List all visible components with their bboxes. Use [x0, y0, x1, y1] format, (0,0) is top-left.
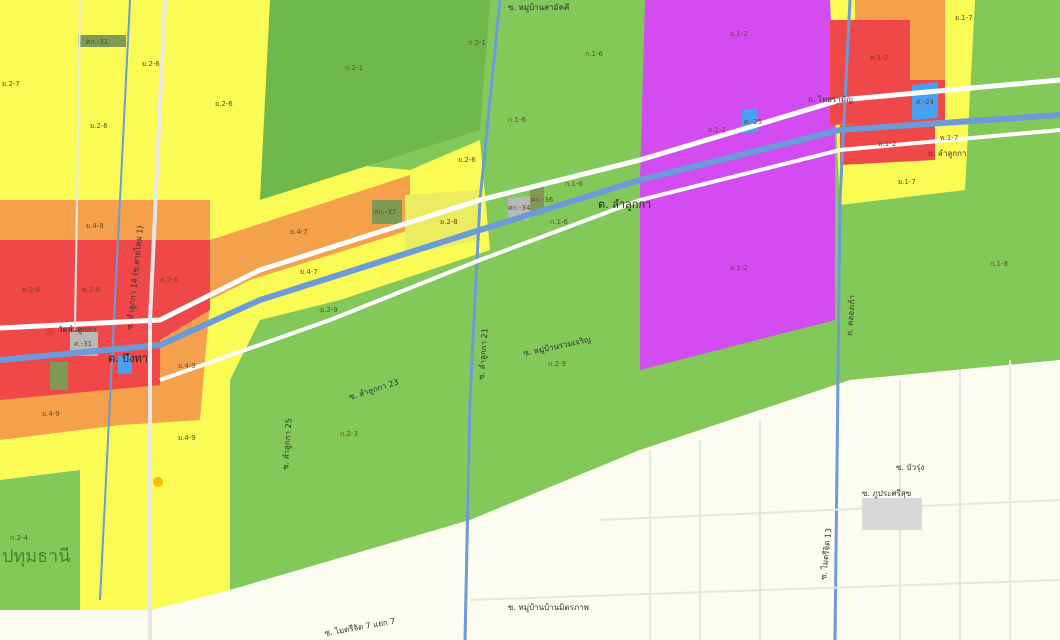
- label-zone-o-48: ย.4-8: [86, 222, 104, 230]
- label-zone-p-12b: อ.1-2: [708, 126, 726, 134]
- label-zone-b-24: ศ.-24: [916, 98, 935, 106]
- label-zone-p-12a: อ.1-2: [730, 30, 748, 38]
- label-zone-g-18: ก.1-8: [990, 260, 1008, 268]
- label-zone-g-23: ก.2-3: [340, 430, 358, 438]
- label-zone-r-26c: พ.2-6: [160, 276, 179, 284]
- label-zone-r-26b: พ.2-6: [82, 286, 101, 294]
- label-zone-g-29: ก.2-9: [548, 360, 566, 368]
- label-road-village: ซ. หมู่บ้านสามัคคี: [508, 3, 569, 13]
- building-block: [862, 498, 922, 530]
- zone-purple[interactable]: [640, 0, 835, 370]
- temple-icon[interactable]: [46, 328, 54, 336]
- zone-olive-left[interactable]: [50, 362, 68, 390]
- label-zone-b-31: ศ.-31: [74, 340, 92, 348]
- label-zone-o-47b: ย.4-7: [300, 268, 318, 276]
- zoning-map[interactable]: ย.2-6 ย.2-6 ย.2-6 ย.2-7 ย.2-6 ย.2-8 ย.2-…: [0, 0, 1060, 640]
- label-road-mitr: ซ. ภูประศรีสุข: [862, 489, 911, 499]
- label-zone-g-21: ก.2-1: [345, 64, 363, 72]
- label-zone-g-16b: ก.1-6: [508, 116, 526, 124]
- label-zone-o-17b: ย.1-7: [898, 178, 916, 186]
- label-zone-y-26a: ย.2-6: [142, 60, 160, 68]
- label-zone-o-47: ย.4-7: [290, 228, 308, 236]
- label-district-lamlukka: ต. ลำลูกกา: [598, 198, 651, 211]
- label-zone-r-12b: พ.1-2: [878, 140, 896, 148]
- label-province: ปทุมธานี: [2, 546, 71, 567]
- label-zone-y-29: ย.2-9: [320, 306, 338, 314]
- label-road-lamlukka: ถ. ลำลูกกา: [928, 149, 966, 159]
- poi-yellow-icon[interactable]: [153, 477, 163, 487]
- label-road-rat: ซ. บัวรุ่ง: [896, 463, 924, 472]
- label-zone-gr-34: ศก.-34: [508, 204, 531, 212]
- label-zone-y-28: ย.2-8: [440, 218, 458, 226]
- label-zone-g-24: ก.2-4: [10, 534, 28, 542]
- label-zone-b-25: ศ.-25: [744, 118, 762, 126]
- label-zone-r-26a: พ.2-6: [22, 286, 41, 294]
- label-zone-y-26-mid: ย.2-6: [458, 156, 476, 164]
- label-road-village3: ซ. หมู่บ้านบ้านมิตรภาพ: [508, 603, 589, 613]
- label-zone-g-16d: ก.1-6: [550, 218, 568, 226]
- label-zone-r-12: พ.1-2: [870, 54, 888, 62]
- label-zone-y-26c: ย.2-6: [90, 122, 108, 130]
- label-zone-g-16c: ก.1-6: [565, 180, 583, 188]
- label-zone-ol-37: ศก.-37: [374, 208, 396, 216]
- label-zone-ol-36: ศก.-36: [531, 196, 554, 204]
- label-zone-y-27: ย.2-7: [2, 80, 20, 88]
- label-district-bueng: ต. บึงทา: [108, 352, 148, 365]
- label-road-thai: ถ. ไทยรามัญ: [808, 95, 853, 104]
- label-zone-ol-31: ศก.-31: [86, 38, 108, 46]
- label-zone-y-26b: ย.2-6: [215, 100, 233, 108]
- label-zone-o-49b: ย.4-9: [178, 362, 196, 370]
- label-zone-r-17: พ.1-7: [940, 134, 958, 142]
- label-zone-p-12c: อ.1-2: [730, 264, 748, 272]
- label-zone-g-21b: ก.2-1: [468, 39, 486, 47]
- label-zone-g-16a: ก.1-6: [585, 50, 603, 58]
- label-zone-o-17: ย.1-7: [955, 14, 973, 22]
- label-zone-o-49c: ย.4-9: [178, 434, 196, 442]
- label-temple: วัดลำลูกกา: [58, 325, 96, 335]
- label-zone-o-49: ย.4-9: [42, 410, 60, 418]
